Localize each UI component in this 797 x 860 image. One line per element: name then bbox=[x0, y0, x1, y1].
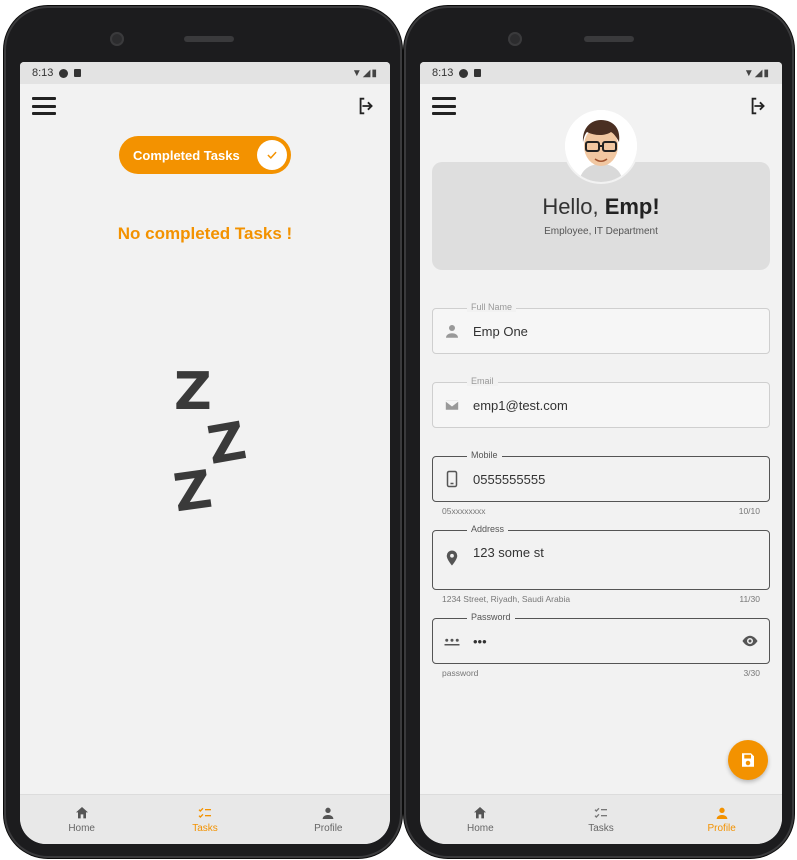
nav-label: Tasks bbox=[192, 823, 218, 834]
bottom-navigation: Home Tasks Profile bbox=[420, 794, 782, 844]
helper-text: password bbox=[442, 668, 479, 678]
email-field[interactable]: Email emp1@test.com bbox=[432, 376, 770, 428]
password-value: ••• bbox=[473, 633, 487, 649]
app-bar bbox=[20, 84, 390, 128]
employee-role: Employee, IT Department bbox=[544, 226, 658, 237]
save-button[interactable] bbox=[728, 740, 768, 780]
tasks-icon bbox=[198, 807, 211, 818]
sim-icon bbox=[74, 69, 82, 77]
sleep-letter: Z bbox=[203, 411, 251, 477]
profile-screen: 8:13 ▼◢▮ Hello, Emp! Employee, IT Depart… bbox=[420, 62, 782, 844]
status-bar: 8:13 ▼◢▮ bbox=[420, 62, 782, 84]
field-label: Email bbox=[467, 376, 498, 386]
home-icon bbox=[75, 807, 88, 819]
home-icon bbox=[474, 807, 487, 819]
password-field[interactable]: Password ••• bbox=[432, 612, 770, 664]
helper-text: 05xxxxxxxx bbox=[442, 506, 486, 516]
profile-card: Hello, Emp! Employee, IT Department bbox=[432, 110, 770, 270]
speaker-grille bbox=[184, 36, 234, 42]
signal-battery-icon: ▼◢▮ bbox=[743, 67, 770, 79]
greeting-name: Emp! bbox=[604, 194, 660, 219]
toggle-knob bbox=[257, 140, 287, 170]
sleep-letter: Z bbox=[170, 459, 216, 525]
password-icon bbox=[444, 638, 460, 646]
field-label: Password bbox=[467, 612, 515, 622]
address-field[interactable]: Address 123 some st bbox=[432, 524, 770, 590]
nav-label: Profile bbox=[707, 823, 736, 834]
nav-home[interactable]: Home bbox=[420, 795, 541, 844]
avatar-illustration bbox=[565, 110, 637, 182]
menu-icon[interactable] bbox=[32, 97, 56, 115]
notification-icon bbox=[59, 68, 69, 78]
greeting-prefix: Hello, bbox=[542, 194, 599, 219]
save-icon bbox=[742, 753, 754, 767]
person-icon bbox=[322, 807, 334, 819]
mobile-field[interactable]: Mobile 0555555555 bbox=[432, 450, 770, 502]
full-name-value: Emp One bbox=[473, 323, 528, 339]
nav-label: Tasks bbox=[588, 823, 614, 834]
nav-home[interactable]: Home bbox=[20, 795, 143, 844]
status-time: 8:13 bbox=[32, 67, 54, 79]
check-icon bbox=[267, 151, 277, 159]
location-icon bbox=[446, 550, 458, 566]
email-value: emp1@test.com bbox=[473, 397, 568, 413]
empty-state-message: No completed Tasks ! bbox=[117, 224, 293, 243]
tasks-icon bbox=[594, 807, 607, 818]
field-label: Mobile bbox=[467, 450, 502, 460]
status-time: 8:13 bbox=[432, 67, 454, 79]
nav-tasks[interactable]: Tasks bbox=[143, 795, 266, 844]
field-label: Full Name bbox=[467, 302, 517, 312]
bottom-navigation: Home Tasks Profile bbox=[20, 794, 390, 844]
char-counter: 3/30 bbox=[743, 668, 760, 678]
char-counter: 10/10 bbox=[738, 506, 760, 516]
mobile-value: 0555555555 bbox=[473, 471, 546, 487]
nav-label: Profile bbox=[314, 823, 343, 834]
sleep-letter: Z bbox=[174, 362, 212, 422]
tasks-screen: 8:13 ▼◢▮ Completed Tasks No completed Ta… bbox=[20, 62, 390, 844]
char-counter: 11/30 bbox=[739, 594, 760, 604]
nav-tasks[interactable]: Tasks bbox=[541, 795, 662, 844]
camera-icon bbox=[110, 32, 124, 46]
phone-bezel bbox=[4, 6, 402, 62]
nav-profile[interactable]: Profile bbox=[267, 795, 390, 844]
phone-icon bbox=[446, 470, 458, 488]
logout-icon[interactable] bbox=[356, 95, 378, 117]
person-icon bbox=[446, 325, 458, 338]
signal-battery-icon: ▼◢▮ bbox=[351, 67, 378, 79]
camera-icon bbox=[508, 32, 522, 46]
sleep-illustration: Z Z Z bbox=[20, 362, 390, 542]
address-helper: 1234 Street, Riyadh, Saudi Arabia 11/30 bbox=[432, 590, 770, 604]
menu-icon[interactable] bbox=[432, 97, 456, 115]
address-value: 123 some st bbox=[473, 545, 544, 560]
speaker-grille bbox=[584, 36, 634, 42]
toggle-label: Completed Tasks bbox=[133, 147, 240, 163]
mobile-helper: 05xxxxxxxx 10/10 bbox=[432, 502, 770, 516]
phone-bezel bbox=[404, 6, 794, 62]
logout-icon[interactable] bbox=[748, 95, 770, 117]
password-helper: password 3/30 bbox=[432, 664, 770, 678]
phone-frame-tasks: 8:13 ▼◢▮ Completed Tasks No completed Ta… bbox=[4, 6, 402, 858]
full-name-field[interactable]: Full Name Emp One bbox=[432, 302, 770, 354]
mail-icon bbox=[444, 399, 460, 411]
field-label: Address bbox=[467, 524, 509, 534]
notification-icon bbox=[459, 68, 469, 78]
nav-label: Home bbox=[466, 823, 494, 834]
nav-profile[interactable]: Profile bbox=[661, 795, 782, 844]
avatar bbox=[565, 110, 637, 182]
nav-label: Home bbox=[68, 823, 95, 834]
helper-text: 1234 Street, Riyadh, Saudi Arabia bbox=[442, 594, 571, 604]
person-icon bbox=[716, 807, 728, 819]
sim-icon bbox=[474, 69, 482, 77]
phone-frame-profile: 8:13 ▼◢▮ Hello, Emp! Employee, IT Depart… bbox=[404, 6, 794, 858]
eye-icon[interactable] bbox=[741, 632, 759, 650]
completed-tasks-toggle[interactable]: Completed Tasks bbox=[119, 136, 291, 174]
status-bar: 8:13 ▼◢▮ bbox=[20, 62, 390, 84]
